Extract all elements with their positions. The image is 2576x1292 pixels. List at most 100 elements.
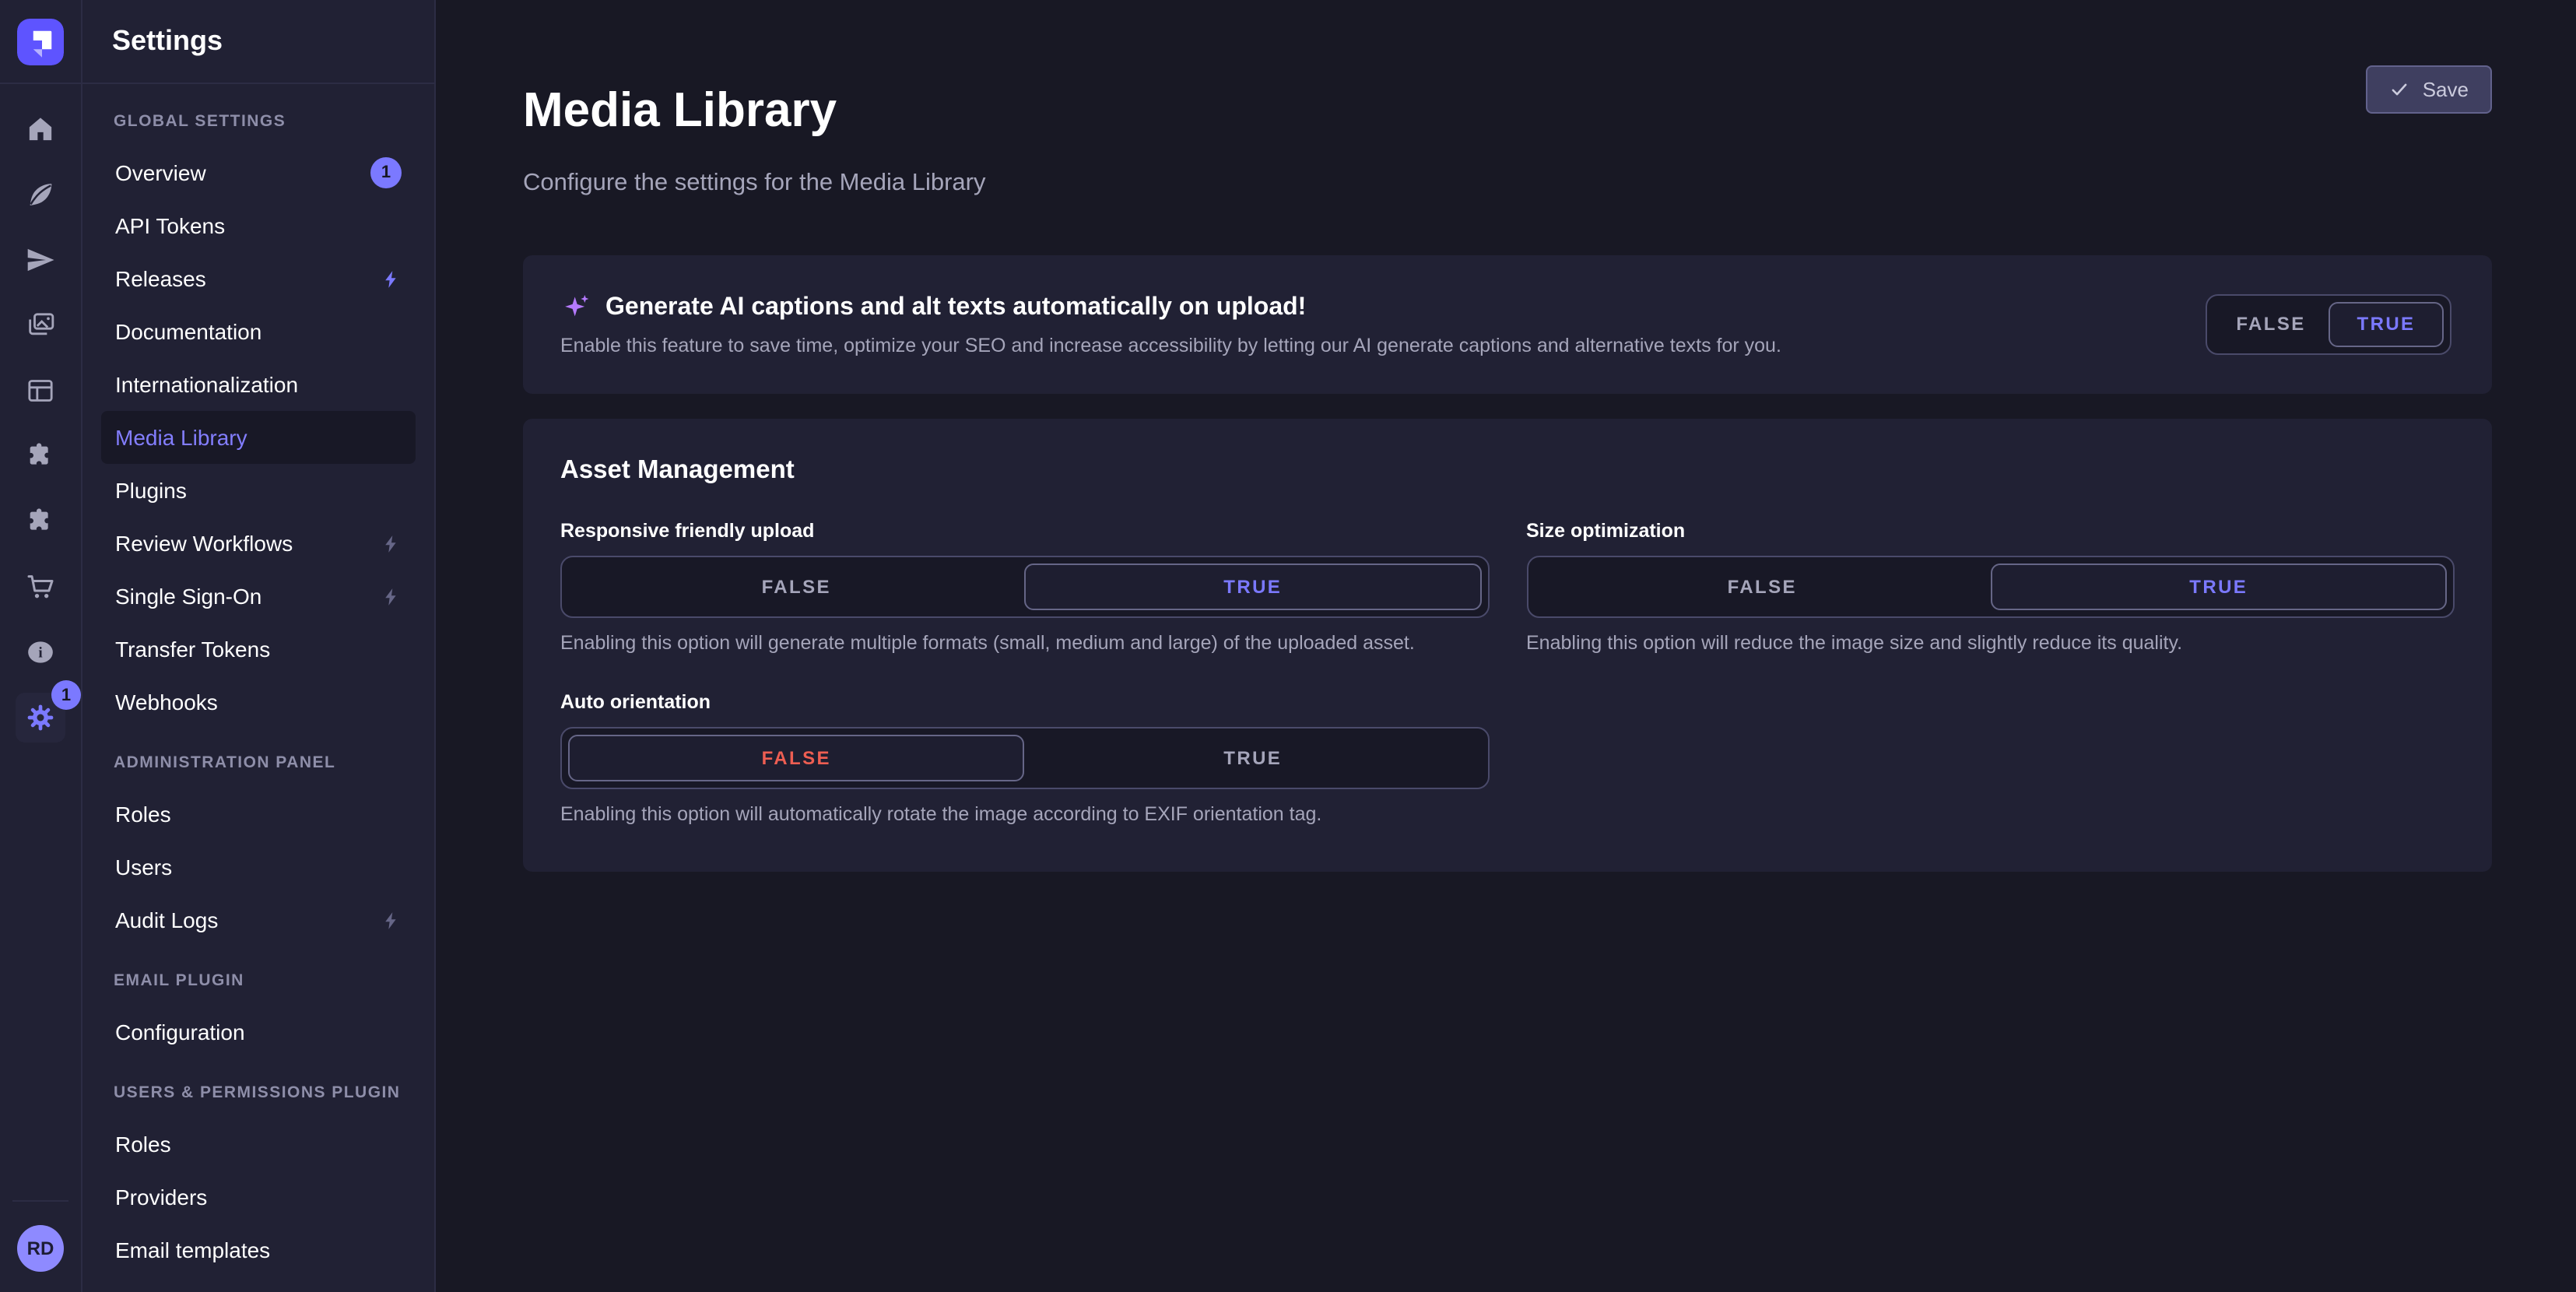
rail-item-settings[interactable]: 1 xyxy=(16,693,65,743)
bolt-icon xyxy=(381,586,402,606)
toggle-responsive-friendly-upload: FALSETRUE xyxy=(560,555,1489,617)
sidebar-item-label: Releases xyxy=(115,266,206,291)
sidebar-item-label: Configuration xyxy=(115,1020,245,1044)
sidebar-item-internationalization[interactable]: Internationalization xyxy=(101,358,416,411)
ai-banner-title: Generate AI captions and alt texts autom… xyxy=(605,293,1306,321)
sidebar-item-releases[interactable]: Releases xyxy=(101,252,416,305)
sidebar-item-audit-logs[interactable]: Audit Logs xyxy=(101,894,416,946)
fields-grid: Responsive friendly uploadFALSETRUEEnabl… xyxy=(560,519,2455,824)
toggle-auto-orientation-option-true[interactable]: TRUE xyxy=(1025,734,1482,781)
ai-banner-text: Generate AI captions and alt texts autom… xyxy=(560,292,2206,356)
rail-item-puzzle[interactable] xyxy=(0,423,82,489)
settings-sidebar: Settings GLOBAL SETTINGSOverview1API Tok… xyxy=(82,0,436,1292)
feather-icon xyxy=(25,179,56,210)
ai-banner-description: Enable this feature to save time, optimi… xyxy=(560,334,2206,356)
ai-caption-toggle-option-false[interactable]: FALSE xyxy=(2213,301,2329,346)
sidebar-item-label: Roles xyxy=(115,802,171,827)
rail-item-puzzle2[interactable] xyxy=(0,489,82,554)
sidebar-item-label: Review Workflows xyxy=(115,531,293,556)
sidebar-item-label: Documentation xyxy=(115,319,261,344)
rail-item-media-library[interactable] xyxy=(0,293,82,358)
asset-management-panel: Asset Management Responsive friendly upl… xyxy=(523,418,2492,871)
field-hint: Enabling this option will automatically … xyxy=(560,802,1489,824)
sidebar-item-label: Email templates xyxy=(115,1238,270,1262)
sidebar-item-email-templates[interactable]: Email templates xyxy=(101,1224,416,1276)
sidebar-list: GLOBAL SETTINGS Overview 1 API Tokens Releas… xyxy=(82,84,434,1289)
toggle-size-optimization-option-false[interactable]: FALSE xyxy=(1534,563,1991,609)
save-button[interactable]: Save xyxy=(2367,65,2492,114)
sidebar-item-plugins[interactable]: Plugins xyxy=(101,464,416,517)
sidebar-section-label: EMAIL PLUGIN xyxy=(114,971,403,990)
field-auto-orientation: Auto orientation FALSETRUE Enabling this o… xyxy=(560,690,1489,824)
sidebar-item-label: Media Library xyxy=(115,425,247,450)
check-icon xyxy=(2390,79,2410,100)
sidebar-item-media-library[interactable]: Media Library xyxy=(101,411,416,464)
sidebar-item-label: Plugins xyxy=(115,478,187,503)
asset-management-title: Asset Management xyxy=(560,455,2455,485)
field-label: Size optimization xyxy=(1526,519,2455,541)
toggle-auto-orientation: FALSETRUE xyxy=(560,726,1489,788)
info-icon: i xyxy=(25,637,56,668)
sidebar-item-providers[interactable]: Providers xyxy=(101,1171,416,1224)
field-responsive-friendly-upload: Responsive friendly uploadFALSETRUEEnabl… xyxy=(560,519,1489,653)
sidebar-item-roles[interactable]: Roles xyxy=(101,788,416,841)
rail-item-cart[interactable] xyxy=(0,554,82,620)
toggle-auto-orientation-option-false[interactable]: FALSE xyxy=(568,734,1025,781)
sidebar-item-configuration[interactable]: Configuration xyxy=(101,1006,416,1059)
rail-item-home[interactable] xyxy=(0,97,82,162)
bolt-icon xyxy=(381,269,402,289)
icon-rail: i 1 RD xyxy=(0,0,82,1292)
paper-plane-icon xyxy=(25,244,56,276)
sidebar-item-label: Internationalization xyxy=(115,372,298,397)
page-title: Media Library xyxy=(523,84,2492,137)
sparkles-icon xyxy=(560,292,591,323)
rail-header xyxy=(0,0,81,84)
field-size-optimization: Size optimization FALSETRUE Enabling this … xyxy=(1526,519,2455,653)
sidebar-item-label: Providers xyxy=(115,1185,207,1209)
rail-item-info[interactable]: i xyxy=(0,620,82,685)
svg-text:i: i xyxy=(38,645,43,662)
toggle-responsive-friendly-upload-option-true[interactable]: TRUE xyxy=(1025,563,1482,609)
sidebar-item-roles[interactable]: Roles xyxy=(101,1118,416,1171)
sidebar-item-documentation[interactable]: Documentation xyxy=(101,305,416,358)
puzzle2-icon xyxy=(25,506,56,537)
avatar[interactable]: RD xyxy=(17,1225,64,1272)
sidebar-item-api-tokens[interactable]: API Tokens xyxy=(101,199,416,252)
rail-item-layout[interactable] xyxy=(0,358,82,423)
toggle-size-optimization-option-true[interactable]: TRUE xyxy=(1991,563,2448,609)
bolt-icon xyxy=(381,910,402,930)
toggle-size-optimization: FALSETRUE xyxy=(1526,555,2455,617)
strapi-logo-icon[interactable] xyxy=(17,18,64,65)
sidebar-item-users[interactable]: Users xyxy=(101,841,416,894)
sidebar-item-overview[interactable]: Overview 1 xyxy=(101,146,416,199)
sidebar-item-label: Audit Logs xyxy=(115,908,218,932)
sidebar-section-label: GLOBAL SETTINGS xyxy=(114,112,403,131)
sidebar-item-label: API Tokens xyxy=(115,213,225,238)
sidebar-item-webhooks[interactable]: Webhooks xyxy=(101,676,416,729)
cart-icon xyxy=(25,571,56,602)
sidebar-item-label: Roles xyxy=(115,1132,171,1157)
layout-icon xyxy=(25,375,56,406)
rail-item-feather[interactable] xyxy=(0,162,82,227)
field-hint: Enabling this option will reduce the ima… xyxy=(1526,631,2455,653)
puzzle-icon xyxy=(25,441,56,472)
save-button-label: Save xyxy=(2423,78,2469,101)
field-hint: Enabling this option will generate multi… xyxy=(560,631,1489,653)
toggle-responsive-friendly-upload-option-false[interactable]: FALSE xyxy=(568,563,1025,609)
settings-notification-badge: 1 xyxy=(51,680,81,710)
media-library-icon xyxy=(25,310,56,341)
sidebar-item-label: Overview xyxy=(115,160,206,185)
field-label: Auto orientation xyxy=(560,690,1489,712)
sidebar-section-label: USERS & PERMISSIONS PLUGIN xyxy=(114,1083,403,1102)
rail-divider xyxy=(12,1200,68,1202)
notification-badge: 1 xyxy=(370,157,402,188)
sidebar-item-label: Users xyxy=(115,855,172,879)
ai-caption-toggle-option-true[interactable]: TRUE xyxy=(2329,301,2444,346)
sidebar-item-transfer-tokens[interactable]: Transfer Tokens xyxy=(101,623,416,676)
ai-banner: Generate AI captions and alt texts autom… xyxy=(523,255,2492,393)
gear-icon xyxy=(25,702,56,733)
app: i1 RD Settings GLOBAL SETTINGSOverview1A… xyxy=(0,0,2576,1292)
sidebar-item-single-sign-on[interactable]: Single Sign-On xyxy=(101,570,416,623)
rail-item-paper-plane[interactable] xyxy=(0,227,82,293)
sidebar-item-review-workflows[interactable]: Review Workflows xyxy=(101,517,416,570)
